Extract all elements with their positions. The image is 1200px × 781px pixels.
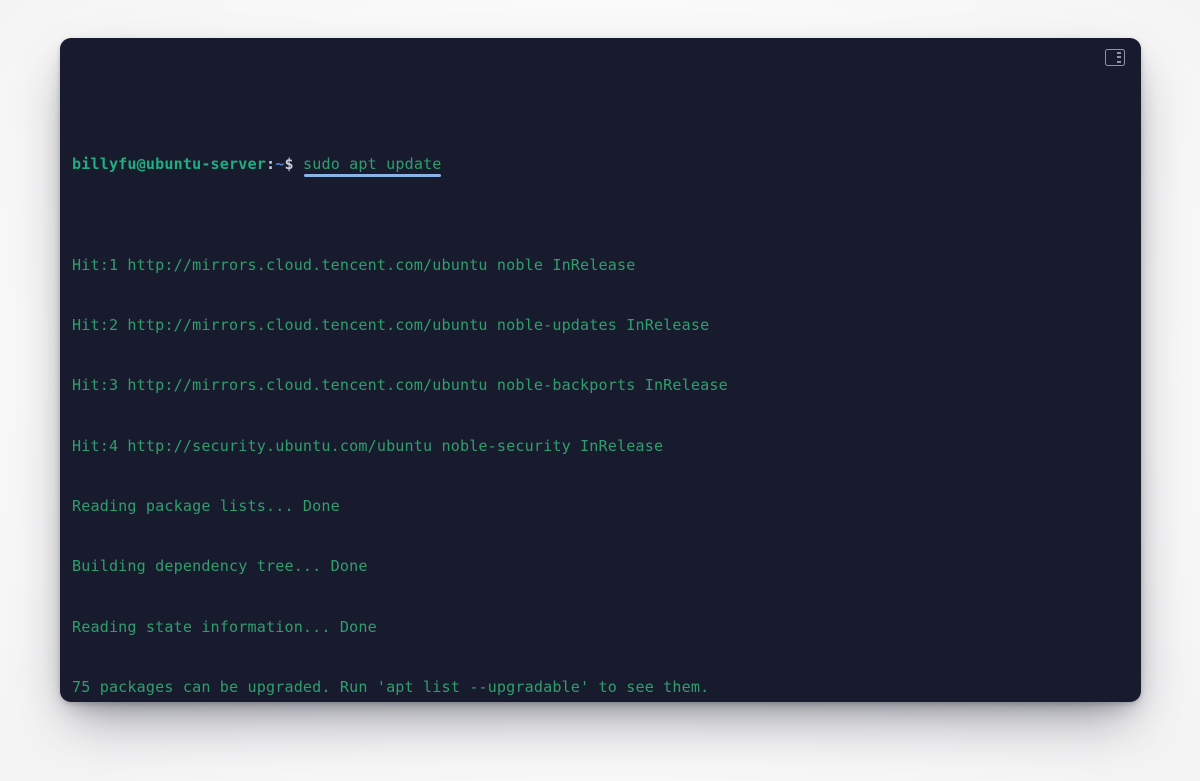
output-text: Hit:2 http://mirrors.cloud.tencent.com/u… bbox=[72, 316, 710, 335]
terminal-window[interactable]: billyfu@ubuntu-server:~$ sudo apt update… bbox=[60, 38, 1141, 702]
prompt-user-host: billyfu@ubuntu-server bbox=[72, 155, 266, 174]
command-prompt-line: billyfu@ubuntu-server:~$ sudo apt update bbox=[72, 154, 1131, 178]
output-text: Hit:3 http://mirrors.cloud.tencent.com/u… bbox=[72, 376, 728, 395]
output-line: 75 packages can be upgraded. Run 'apt li… bbox=[72, 677, 1131, 697]
output-text: 75 packages can be upgraded. Run 'apt li… bbox=[72, 677, 710, 696]
terminal-console[interactable]: billyfu@ubuntu-server:~$ sudo apt update… bbox=[72, 74, 1131, 696]
prompt-colon: : bbox=[265, 155, 276, 174]
panel-layout-icon[interactable] bbox=[1105, 49, 1125, 66]
prompt-sigil: $ bbox=[284, 155, 294, 174]
typed-command[interactable]: sudo apt update bbox=[303, 155, 442, 173]
output-text: Reading package lists... Done bbox=[72, 496, 340, 515]
command-underline-highlight bbox=[303, 174, 441, 178]
output-text: Hit:4 http://security.ubuntu.com/ubuntu … bbox=[72, 436, 664, 455]
output-line: Reading package lists... Done bbox=[72, 496, 1131, 516]
output-text: Hit:1 http://mirrors.cloud.tencent.com/u… bbox=[72, 255, 636, 274]
output-line: Hit:2 http://mirrors.cloud.tencent.com/u… bbox=[72, 315, 1131, 335]
output-text: Building dependency tree... Done bbox=[72, 557, 368, 576]
output-text: Reading state information... Done bbox=[72, 617, 377, 636]
output-line: Building dependency tree... Done bbox=[72, 556, 1131, 576]
output-line: Reading state information... Done bbox=[72, 617, 1131, 637]
output-line: Hit:1 http://mirrors.cloud.tencent.com/u… bbox=[72, 255, 1131, 275]
typed-command-wrapper: sudo apt update bbox=[303, 154, 442, 178]
output-line: Hit:3 http://mirrors.cloud.tencent.com/u… bbox=[72, 375, 1131, 395]
output-line: Hit:4 http://security.ubuntu.com/ubuntu … bbox=[72, 436, 1131, 456]
